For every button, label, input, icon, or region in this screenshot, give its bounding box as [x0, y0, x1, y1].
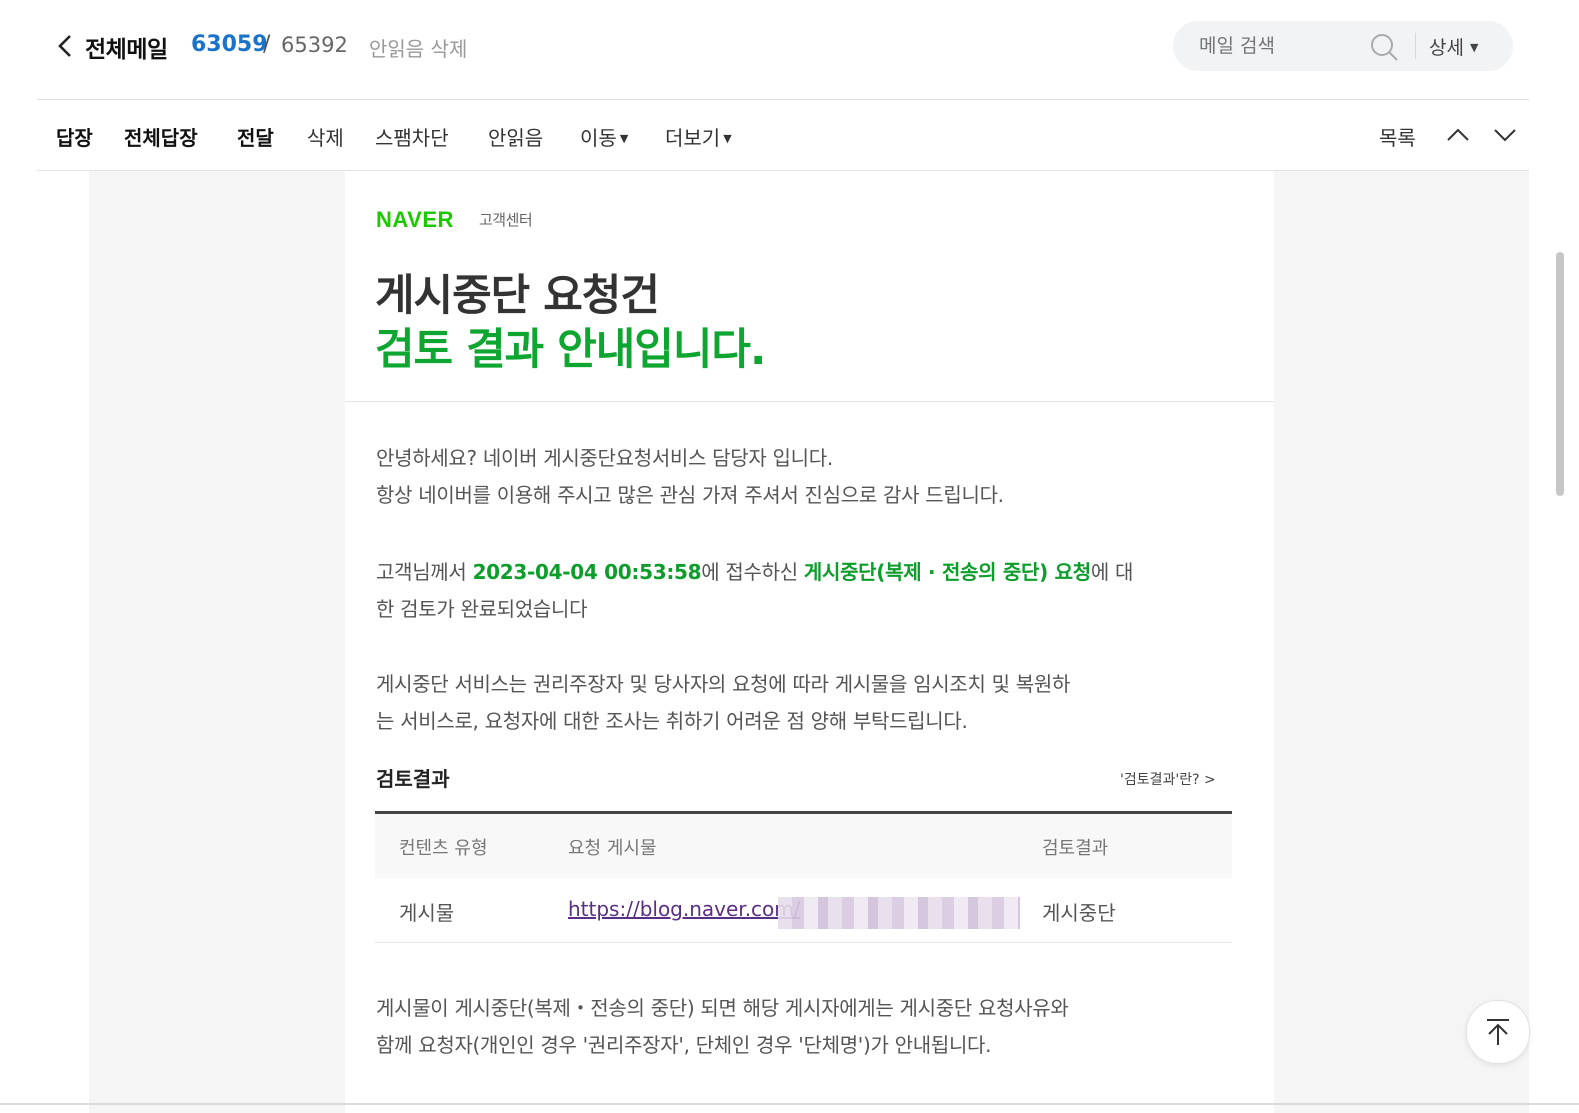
search-box: 상세 ▼ — [1173, 21, 1513, 71]
text-segment: 고객님께서 — [376, 560, 473, 584]
notice-paragraph: 게시물이 게시중단(복제・전송의 중단) 되면 해당 게시자에게는 게시중단 요… — [376, 990, 1236, 1064]
request-datetime: 2023-04-04 00:53:58 — [472, 560, 702, 584]
chevron-left-icon — [58, 35, 71, 57]
paragraph-line: 함께 요청자(개인인 경우 '권리주장자', 단체인 경우 '단체명')가 안내… — [376, 1033, 992, 1057]
table-row: 게시물 https://blog.naver.com/ 게시중단 — [375, 878, 1232, 943]
spam-block-button[interactable]: 스팸차단 — [375, 122, 449, 151]
count-separator: / — [263, 32, 271, 57]
service-paragraph: 게시중단 서비스는 권리주장자 및 당사자의 요청에 따라 게시물을 임시조치 … — [376, 666, 1236, 740]
divider — [345, 401, 1274, 402]
paragraph-line: 게시중단 서비스는 권리주장자 및 당사자의 요청에 따라 게시물을 임시조치 … — [376, 672, 1071, 696]
column-header: 컨텐츠 유형 — [399, 838, 488, 859]
back-button[interactable] — [53, 30, 77, 62]
window-bottom-border — [0, 1103, 1579, 1105]
paragraph-line: 한 검토가 완료되었습니다 — [376, 597, 588, 621]
request-post-link[interactable]: https://blog.naver.com/ — [568, 897, 801, 921]
move-button[interactable]: 이동 ▼ — [580, 122, 628, 151]
search-divider — [1415, 33, 1416, 59]
column-header: 요청 게시물 — [568, 838, 657, 859]
chevron-up-icon[interactable] — [1445, 122, 1471, 148]
more-button[interactable]: 더보기 ▼ — [665, 122, 732, 151]
caret-down-icon: ▼ — [619, 132, 629, 145]
mail-body: NAVER 고객센터 게시중단 요청건 검토 결과 안내입니다. 안녕하세요? … — [345, 171, 1274, 1113]
reply-button[interactable]: 답장 — [56, 122, 93, 151]
paragraph-line: 안녕하세요? 네이버 게시중단요청서비스 담당자 입니다. — [376, 446, 833, 470]
search-icon[interactable] — [1369, 32, 1399, 62]
mail-header: 전체메일 63059 / 65392 안읽음 삭제 상세 ▼ — [37, 0, 1529, 100]
customer-center-label: 고객센터 — [479, 211, 533, 229]
table-header: 컨텐츠 유형 요청 게시물 검토결과 — [375, 814, 1232, 878]
mark-unread-button[interactable]: 안읽음 — [488, 122, 543, 151]
caret-down-icon: ▼ — [1469, 41, 1479, 54]
request-type: 게시중단(복제 · 전송의 중단) 요청 — [803, 560, 1091, 584]
headline-line1: 게시중단 요청건 — [375, 271, 660, 321]
text-segment: 에 대 — [1090, 560, 1134, 584]
forward-button[interactable]: 전달 — [237, 122, 274, 151]
column-header: 검토결과 — [1042, 838, 1109, 859]
paragraph-line: 게시물이 게시중단(복제・전송의 중단) 되면 해당 게시자에게는 게시중단 요… — [376, 996, 1069, 1020]
search-detail-button[interactable]: 상세 ▼ — [1429, 33, 1478, 60]
greeting-paragraph: 안녕하세요? 네이버 게시중단요청서비스 담당자 입니다. 항상 네이버를 이용… — [376, 440, 1236, 514]
paragraph-line: 항상 네이버를 이용해 주시고 많은 관심 가져 주셔서 진심으로 감사 드립니… — [376, 483, 1004, 507]
mailbox-title: 전체메일 — [85, 37, 168, 63]
move-label: 이동 — [580, 126, 617, 150]
review-result-cell: 게시중단 — [1042, 901, 1116, 925]
content-type-cell: 게시물 — [399, 901, 455, 925]
delete-unread-button[interactable]: 안읽음 삭제 — [369, 33, 467, 62]
text-segment: 에 접수하신 — [701, 560, 804, 584]
chevron-down-icon[interactable] — [1492, 122, 1518, 148]
more-label: 더보기 — [665, 126, 721, 150]
receipt-paragraph: 고객님께서 2023-04-04 00:53:58에 접수하신 게시중단(복제 … — [376, 554, 1236, 628]
search-detail-label: 상세 — [1429, 37, 1464, 59]
paragraph-line: 는 서비스로, 요청자에 대한 조사는 취하기 어려운 점 양해 부탁드립니다. — [376, 709, 968, 733]
search-input[interactable] — [1197, 34, 1361, 58]
unread-count[interactable]: 63059 — [191, 32, 268, 57]
reply-all-button[interactable]: 전체답장 — [124, 122, 198, 151]
scrollbar-thumb[interactable] — [1556, 252, 1564, 496]
delete-button[interactable]: 삭제 — [307, 122, 344, 151]
paragraph-line: 고객님께서 2023-04-04 00:53:58에 접수하신 게시중단(복제 … — [376, 554, 1236, 591]
mail-toolbar: 답장 전체답장 전달 삭제 스팸차단 안읽음 이동 ▼ 더보기 ▼ 목록 — [37, 100, 1529, 171]
list-button[interactable]: 목록 — [1379, 122, 1416, 151]
caret-down-icon: ▼ — [723, 132, 732, 145]
total-count: 65392 — [281, 33, 348, 57]
naver-logo: NAVER — [376, 207, 454, 232]
arrow-to-top-icon — [1487, 1019, 1509, 1045]
headline-line2: 검토 결과 안내입니다. — [375, 325, 766, 375]
result-section-title: 검토결과 — [376, 767, 450, 791]
result-help-link[interactable]: '검토결과'란? > — [1120, 769, 1216, 789]
redacted-url-area — [778, 897, 1020, 929]
scroll-to-top-button[interactable] — [1466, 1000, 1530, 1064]
